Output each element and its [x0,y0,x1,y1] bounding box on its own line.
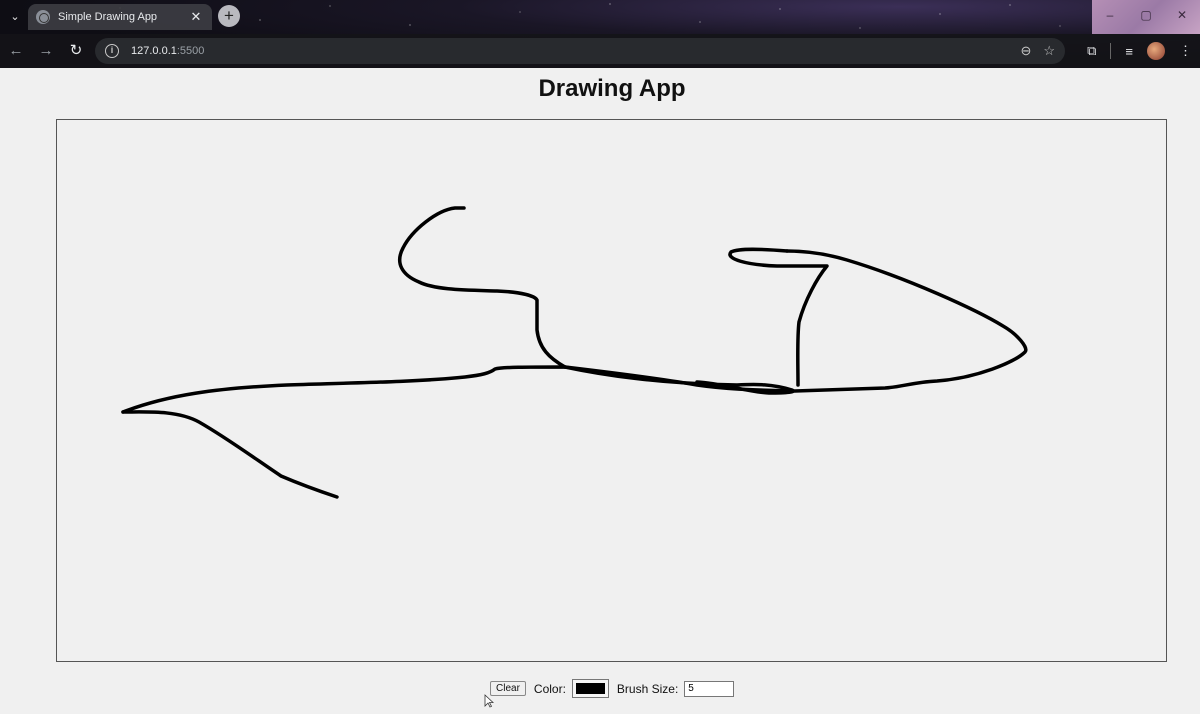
brush-size-input[interactable] [684,680,735,697]
stroke-tail-line [121,249,1028,414]
browser-toolbar: ← → ↻ i 127.0.0.1:5500 ⊖ ☆ ⧉ ≡ ⋮ [0,34,1200,68]
extensions-icon[interactable]: ⧉ [1087,43,1096,59]
tab-strip: ⌄ Simple Drawing App ✕ + [0,0,1090,34]
globe-icon [36,10,50,24]
minimize-button[interactable]: – [1092,0,1128,30]
maximize-button[interactable]: ▢ [1128,0,1164,30]
mouse-cursor-icon [484,694,494,708]
stroke-tail-fin [121,410,339,499]
controls-bar: Clear Color: Brush Size: [490,679,735,698]
stroke-hook [397,206,567,369]
address-bar[interactable]: i 127.0.0.1:5500 ⊖ ☆ [95,38,1065,64]
forward-icon[interactable]: → [32,37,60,65]
media-control-icon[interactable]: ≡ [1125,44,1133,59]
tab-title: Simple Drawing App [58,11,158,23]
tab-search-icon[interactable]: ⌄ [6,8,24,26]
brush-size-label: Brush Size: [616,681,679,696]
drawing-surface [121,206,1028,499]
drawing-canvas[interactable] [56,119,1167,662]
page-title: Drawing App [538,75,686,102]
window-controls: – ▢ ✕ [1092,0,1200,34]
color-label: Color: [533,681,566,696]
url-port: :5500 [176,45,205,57]
bookmark-star-icon[interactable]: ☆ [1043,43,1055,59]
site-info-icon[interactable]: i [105,44,119,58]
zoom-icon[interactable]: ⊖ [1020,43,1031,59]
back-icon[interactable]: ← [2,37,30,65]
page-content: Drawing App Clear Color: Brush Size: [0,68,1200,714]
clear-button[interactable]: Clear [490,681,526,696]
active-tab[interactable]: Simple Drawing App ✕ [28,4,212,30]
new-tab-button[interactable]: + [218,5,240,27]
profile-avatar[interactable] [1147,42,1165,60]
browser-chrome: ⌄ Simple Drawing App ✕ + – ▢ ✕ ← → ↻ i 1… [0,0,1200,68]
color-swatch-fill [575,683,605,694]
url-host: 127.0.0.1 [131,45,177,57]
close-window-button[interactable]: ✕ [1164,0,1200,30]
browser-menu-icon[interactable]: ⋮ [1179,43,1192,59]
color-picker[interactable] [571,679,609,698]
stroke-nose [728,247,829,387]
toolbar-divider [1110,43,1112,59]
reload-icon[interactable]: ↻ [62,37,90,65]
close-tab-icon[interactable]: ✕ [188,9,204,25]
